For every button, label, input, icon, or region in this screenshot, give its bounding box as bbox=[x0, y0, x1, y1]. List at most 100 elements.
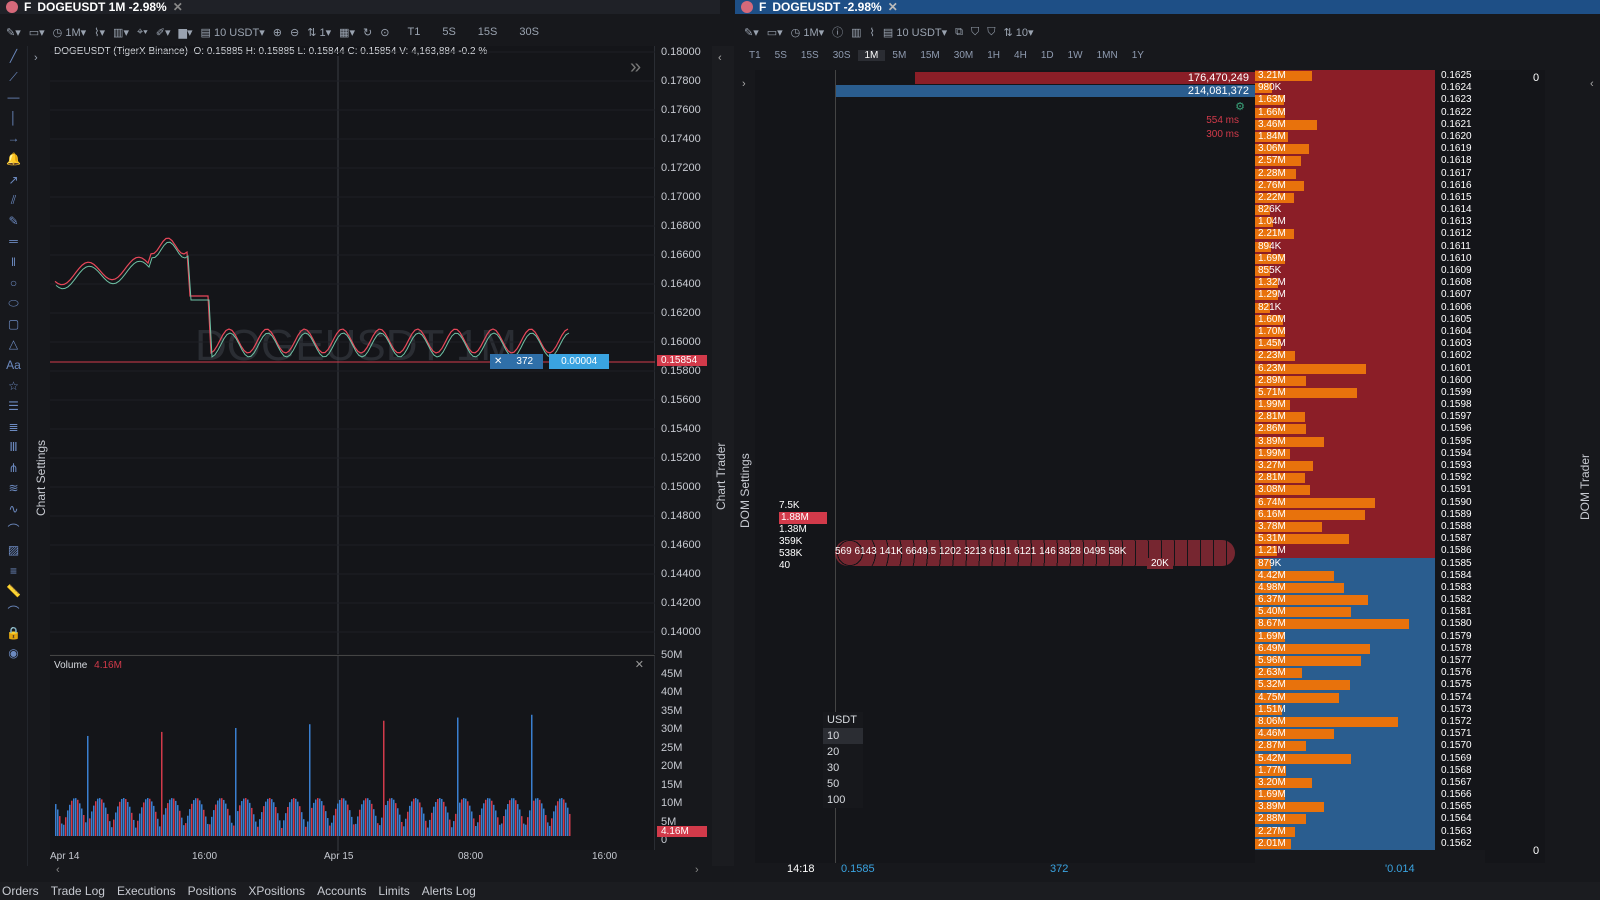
chart-settings-label[interactable]: Chart Settings bbox=[34, 440, 48, 516]
bid-row[interactable]: 2.63M 0.1576 bbox=[1255, 667, 1485, 680]
ask-row[interactable]: 2.86M 0.1596 bbox=[1255, 423, 1485, 436]
info-icon[interactable]: ⓘ bbox=[832, 24, 843, 40]
gann-tool-icon[interactable]: Ⅲ bbox=[0, 437, 27, 458]
ask-row[interactable]: 1.66M 0.1622 bbox=[1255, 106, 1485, 119]
close-icon[interactable]: ✕ bbox=[173, 0, 183, 14]
magnet-icon[interactable]: ⌒ bbox=[0, 602, 27, 623]
ask-row[interactable]: 2.76M 0.1616 bbox=[1255, 179, 1485, 192]
wave-tool-icon[interactable]: ≋ bbox=[0, 478, 27, 499]
pen-tool-icon[interactable]: ✎ bbox=[0, 211, 27, 232]
bid-row[interactable]: 8.06M 0.1572 bbox=[1255, 715, 1485, 729]
bid-row[interactable]: 5.42M 0.1569 bbox=[1255, 752, 1485, 765]
ask-row[interactable]: 2.57M 0.1618 bbox=[1255, 155, 1485, 168]
ask-row[interactable]: 3.89M 0.1595 bbox=[1255, 435, 1485, 448]
folder-icon[interactable]: ▭▾ bbox=[767, 26, 783, 39]
bottom-tab-trade-log[interactable]: Trade Log bbox=[51, 884, 105, 898]
collapse-left-icon[interactable]: ‹ bbox=[718, 52, 722, 64]
arrow-up-tool-icon[interactable]: ↗ bbox=[0, 170, 27, 191]
calendar-icon[interactable]: ▦▾ bbox=[339, 26, 355, 39]
bid-row[interactable]: 879K 0.1585 bbox=[1255, 557, 1485, 570]
vline-tool-icon[interactable]: │ bbox=[0, 108, 27, 129]
ask-row[interactable]: 1.45M 0.1603 bbox=[1255, 338, 1485, 351]
bid-row[interactable]: 4.46M 0.1571 bbox=[1255, 728, 1485, 741]
bid-row[interactable]: 1.69M 0.1566 bbox=[1255, 789, 1485, 802]
fib-tool-icon[interactable]: ☰ bbox=[0, 396, 27, 417]
measure-tool-icon[interactable]: ▨ bbox=[0, 540, 27, 561]
bottom-tab-alerts-log[interactable]: Alerts Log bbox=[422, 884, 476, 898]
dom-tf-1m[interactable]: 1M bbox=[857, 50, 886, 61]
ask-row[interactable]: 1.63M 0.1623 bbox=[1255, 94, 1485, 107]
bid-row[interactable]: 4.75M 0.1574 bbox=[1255, 691, 1485, 704]
shield-icon[interactable]: ⛉ bbox=[971, 26, 979, 39]
bottom-tab-positions[interactable]: Positions bbox=[188, 884, 237, 898]
bottom-tab-limits[interactable]: Limits bbox=[378, 884, 409, 898]
price-chart[interactable]: DOGEUSDT (TigerX Binance) O: 0.15885 H: … bbox=[50, 46, 655, 654]
bars-icon[interactable]: ▆▾ bbox=[179, 26, 193, 39]
tf-t1[interactable]: T1 bbox=[407, 26, 420, 38]
star-tool-icon[interactable]: ☆ bbox=[0, 376, 27, 397]
bid-row[interactable]: 3.20M 0.1567 bbox=[1255, 776, 1485, 790]
ask-row[interactable]: 1.60M 0.1605 bbox=[1255, 313, 1485, 326]
dom-tf-1d[interactable]: 1D bbox=[1034, 50, 1061, 61]
ask-row[interactable]: 2.89M 0.1600 bbox=[1255, 374, 1485, 387]
bid-row[interactable]: 1.69M 0.1579 bbox=[1255, 630, 1485, 643]
bottom-tab-accounts[interactable]: Accounts bbox=[317, 884, 366, 898]
bid-row[interactable]: 2.88M 0.1564 bbox=[1255, 813, 1485, 826]
eye-icon[interactable]: ◉ bbox=[0, 643, 27, 664]
bottom-tab-orders[interactable]: Orders bbox=[2, 884, 39, 898]
ask-row[interactable]: 1.70M 0.1604 bbox=[1255, 325, 1485, 339]
right-window-tab[interactable]: F DOGEUSDT -2.98% ✕ bbox=[735, 0, 1600, 14]
ask-row[interactable]: 5.71M 0.1599 bbox=[1255, 386, 1485, 400]
quantity-option[interactable]: 50 bbox=[823, 776, 863, 792]
dom-tf-1y[interactable]: 1Y bbox=[1125, 50, 1151, 61]
ask-row[interactable]: 894K 0.1611 bbox=[1255, 240, 1485, 253]
zoom-out-icon[interactable]: ⊖ bbox=[290, 26, 299, 39]
size-select[interactable]: ▤ 10 USDT▾ bbox=[883, 26, 947, 39]
dom-tf-t1[interactable]: T1 bbox=[742, 50, 768, 61]
cursor-icon[interactable]: ⌖▾ bbox=[137, 26, 148, 39]
ask-row[interactable]: 6.74M 0.1590 bbox=[1255, 496, 1485, 509]
ask-row[interactable]: 2.28M 0.1617 bbox=[1255, 167, 1485, 180]
bid-row[interactable]: 4.98M 0.1583 bbox=[1255, 581, 1485, 595]
ask-row[interactable]: 980K 0.1624 bbox=[1255, 82, 1485, 95]
ask-row[interactable]: 1.69M 0.1610 bbox=[1255, 252, 1485, 266]
tf-30s[interactable]: 30S bbox=[519, 26, 539, 38]
pitchfork-tool-icon[interactable]: ⋔ bbox=[0, 458, 27, 479]
text-tool-icon[interactable]: Aa bbox=[0, 355, 27, 376]
ask-row[interactable]: 1.04M 0.1613 bbox=[1255, 216, 1485, 229]
ask-row[interactable]: 2.81M 0.1597 bbox=[1255, 411, 1485, 424]
bid-row[interactable]: 1.77M 0.1568 bbox=[1255, 764, 1485, 777]
dom-tf-30m[interactable]: 30M bbox=[947, 50, 980, 61]
interval-select[interactable]: ◷ 1M▾ bbox=[53, 26, 86, 39]
ask-row[interactable]: 6.23M 0.1601 bbox=[1255, 362, 1485, 375]
tf-15s[interactable]: 15S bbox=[478, 26, 498, 38]
ask-row[interactable]: 1.29M 0.1607 bbox=[1255, 289, 1485, 302]
scroll-right-icon[interactable]: › bbox=[695, 864, 699, 876]
dom-tf-5m[interactable]: 5M bbox=[885, 50, 913, 61]
ask-row[interactable]: 3.08M 0.1591 bbox=[1255, 484, 1485, 497]
scroll-left-icon[interactable]: ‹ bbox=[56, 864, 60, 876]
triangle-tool-icon[interactable]: △ bbox=[0, 334, 27, 355]
channel-tool-icon[interactable]: ⫽ bbox=[0, 190, 27, 211]
chart-icon[interactable]: ⌇ bbox=[870, 26, 875, 39]
dom-tf-15s[interactable]: 15S bbox=[794, 50, 826, 61]
ask-row[interactable]: 826K 0.1614 bbox=[1255, 204, 1485, 217]
ask-row[interactable]: 3.78M 0.1588 bbox=[1255, 520, 1485, 534]
circle-tool-icon[interactable]: ○ bbox=[0, 273, 27, 294]
ask-row[interactable]: 2.23M 0.1602 bbox=[1255, 350, 1485, 363]
dom-tf-1h[interactable]: 1H bbox=[980, 50, 1007, 61]
folder-icon[interactable]: ▭▾ bbox=[29, 26, 45, 39]
notes-tool-icon[interactable]: ≡ bbox=[0, 561, 27, 582]
interval-select[interactable]: ◷ 1M▾ bbox=[791, 26, 824, 39]
bid-row[interactable]: 1.51M 0.1573 bbox=[1255, 703, 1485, 716]
ruler-tool-icon[interactable]: 📏 bbox=[0, 581, 27, 602]
dom-trader-label[interactable]: DOM Trader bbox=[1578, 454, 1592, 520]
brush-icon[interactable]: ✐▾ bbox=[156, 26, 171, 39]
bid-row[interactable]: 2.87M 0.1570 bbox=[1255, 740, 1485, 753]
quantity-option[interactable]: 20 bbox=[823, 744, 863, 760]
ask-row[interactable]: 5.31M 0.1587 bbox=[1255, 533, 1485, 546]
drawing-tools-icon[interactable]: ✎▾ bbox=[6, 26, 21, 39]
bid-row[interactable]: 6.37M 0.1582 bbox=[1255, 594, 1485, 607]
ask-row[interactable]: 3.06M 0.1619 bbox=[1255, 143, 1485, 156]
size-select[interactable]: ▤ 10 USDT▾ bbox=[201, 26, 265, 39]
